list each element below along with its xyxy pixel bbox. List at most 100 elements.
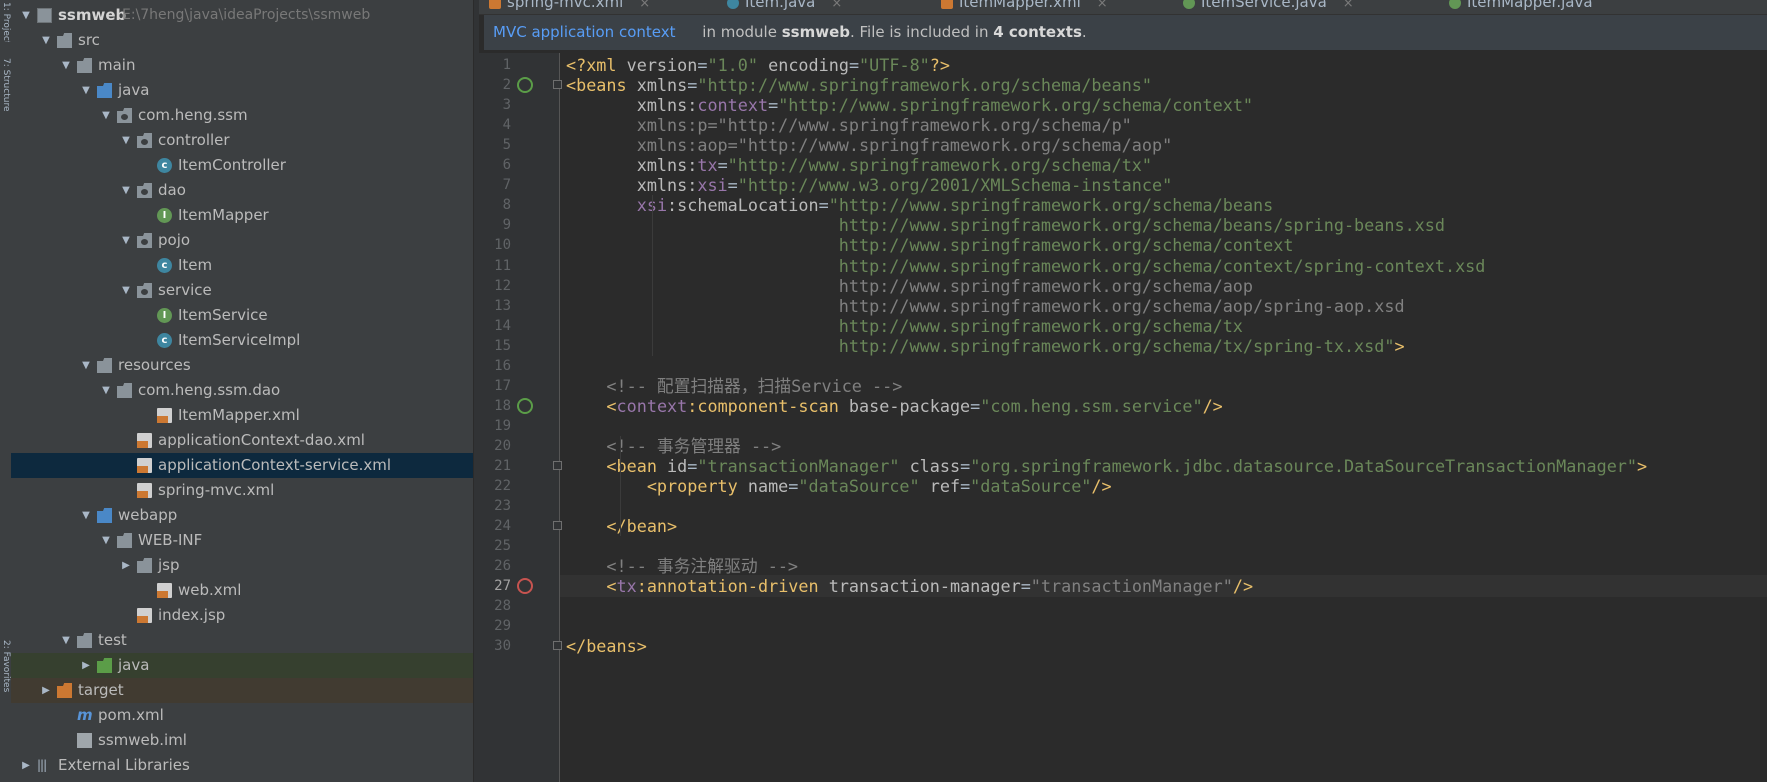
side-tab-project[interactable]: 1: Project [0, 2, 11, 42]
tree-item[interactable]: ▼ service [11, 278, 473, 303]
tree-item[interactable]: I ItemMapper [11, 203, 473, 228]
code-line[interactable]: xmlns:context="http://www.springframewor… [560, 94, 1767, 116]
tree-item[interactable]: ▼ java [11, 78, 473, 103]
tree-item[interactable]: spring-mvc.xml [11, 478, 473, 503]
code-line[interactable]: </bean> [560, 515, 1767, 537]
tree-item[interactable]: c Item [11, 253, 473, 278]
code-line[interactable]: <!-- 配置扫描器，扫描Service --> [560, 375, 1767, 397]
tree-item[interactable]: applicationContext-dao.xml [11, 428, 473, 453]
code-line[interactable] [560, 535, 1767, 557]
tree-item[interactable]: ▼ pojo [11, 228, 473, 253]
code-line[interactable]: <tx:annotation-driven transaction-manage… [560, 575, 1767, 598]
chevron-down-icon[interactable]: ▼ [99, 528, 113, 553]
chevron-down-icon[interactable]: ▼ [19, 3, 33, 28]
code-token: "UTF-8" [859, 55, 930, 75]
tree-item[interactable]: ▼ dao [11, 178, 473, 203]
editor-tab[interactable]: ItemService.java × [1183, 0, 1354, 14]
chevron-down-icon[interactable]: ▼ [39, 28, 53, 53]
spring-bean-icon[interactable] [517, 77, 533, 94]
chevron-down-icon[interactable]: ▼ [119, 128, 133, 153]
code-line[interactable] [560, 595, 1767, 617]
code-line[interactable] [560, 415, 1767, 437]
close-tab-icon[interactable]: × [639, 0, 650, 11]
code-line[interactable] [560, 615, 1767, 637]
tree-item[interactable]: web.xml [11, 578, 473, 603]
chevron-right-icon[interactable]: ▶ [79, 653, 93, 678]
code-line[interactable]: </beans> [560, 635, 1767, 657]
tree-item[interactable]: ▼ WEB-INF [11, 528, 473, 553]
spring-scan-icon[interactable] [517, 397, 533, 414]
tree-item[interactable]: index.jsp [11, 603, 473, 628]
tree-item[interactable]: ▼ resources [11, 353, 473, 378]
tree-item[interactable]: m pom.xml [11, 703, 473, 728]
code-line[interactable]: <!-- 事务管理器 --> [560, 435, 1767, 457]
tree-item[interactable]: ▼ com.heng.ssm [11, 103, 473, 128]
code-line[interactable]: xsi:schemaLocation="http://www.springfra… [560, 194, 1767, 216]
chevron-down-icon[interactable]: ▼ [119, 228, 133, 253]
close-tab-icon[interactable]: × [1097, 0, 1108, 11]
side-tab-favorites[interactable]: 2: Favorites [0, 640, 11, 720]
tree-item[interactable]: c ItemServiceImpl [11, 328, 473, 353]
editor-tab[interactable]: spring-mvc.xml × [489, 0, 650, 14]
chevron-right-icon[interactable]: ▶ [19, 753, 33, 778]
code-line[interactable]: <bean id="transactionManager" class="org… [560, 455, 1767, 477]
code-line[interactable] [560, 355, 1767, 377]
tree-item[interactable]: ▶ jsp [11, 553, 473, 578]
tree-item[interactable]: c ItemController [11, 153, 473, 178]
code-line[interactable]: xmlns:aop="http://www.springframework.or… [560, 134, 1767, 156]
code-line[interactable]: <property name="dataSource" ref="dataSou… [560, 475, 1767, 497]
tree-item[interactable]: ▶ java [11, 653, 473, 678]
code-line[interactable]: http://www.springframework.org/schema/co… [560, 234, 1767, 256]
code-line[interactable]: <?xml version="1.0" encoding="UTF-8"?> [560, 54, 1767, 76]
transaction-icon[interactable] [517, 578, 533, 595]
tree-item[interactable]: ▼ com.heng.ssm.dao [11, 378, 473, 403]
editor-tab[interactable]: Item.java × [727, 0, 842, 14]
tree-item[interactable]: ssmweb.iml [11, 728, 473, 753]
chevron-down-icon[interactable]: ▼ [99, 103, 113, 128]
tree-item[interactable]: ▼ test [11, 628, 473, 653]
line-number: 3 [502, 97, 511, 114]
side-tab-structure[interactable]: 7: Structure [0, 58, 11, 138]
tree-item[interactable]: ▼ webapp [11, 503, 473, 528]
code-line[interactable]: <context:component-scan base-package="co… [560, 395, 1767, 417]
code-line[interactable]: xmlns:p="http://www.springframework.org/… [560, 114, 1767, 136]
close-tab-icon[interactable]: × [1343, 0, 1354, 11]
code-line[interactable]: http://www.springframework.org/schema/ao… [560, 275, 1767, 297]
code-line[interactable]: http://www.springframework.org/schema/co… [560, 255, 1767, 277]
code-line[interactable]: http://www.springframework.org/schema/tx [560, 315, 1767, 337]
tree-item[interactable]: ▼ ssmweb E:\7heng\java\ideaProjects\ssmweb [11, 3, 473, 28]
tree-item[interactable]: ▼ controller [11, 128, 473, 153]
chevron-down-icon[interactable]: ▼ [79, 353, 93, 378]
code-line[interactable]: http://www.springframework.org/schema/be… [560, 214, 1767, 236]
tree-item[interactable]: I ItemService [11, 303, 473, 328]
chevron-down-icon[interactable]: ▼ [79, 503, 93, 528]
chevron-down-icon[interactable]: ▼ [119, 278, 133, 303]
chevron-right-icon[interactable]: ▶ [119, 553, 133, 578]
line-number: 27 [494, 578, 511, 595]
code-line[interactable]: <!-- 事务注解驱动 --> [560, 555, 1767, 577]
mvc-context-link[interactable]: MVC application context [493, 23, 676, 41]
code-line[interactable]: http://www.springframework.org/schema/tx… [560, 335, 1767, 357]
code-line[interactable]: xmlns:tx="http://www.springframework.org… [560, 154, 1767, 176]
chevron-down-icon[interactable]: ▼ [119, 178, 133, 203]
close-tab-icon[interactable]: × [831, 0, 842, 11]
tree-item[interactable]: ▼ src [11, 28, 473, 53]
line-number: 28 [494, 598, 511, 615]
code-line[interactable]: http://www.springframework.org/schema/ao… [560, 295, 1767, 317]
tree-item[interactable]: ▼ main [11, 53, 473, 78]
code-line[interactable]: xmlns:xsi="http://www.w3.org/2001/XMLSch… [560, 174, 1767, 196]
code-line[interactable] [560, 495, 1767, 517]
editor-tab[interactable]: ItemMapper.xml × [941, 0, 1108, 14]
tree-item[interactable]: ▶ ||| External Libraries [11, 753, 473, 778]
editor-tab[interactable]: ItemMapper.java [1449, 0, 1593, 14]
chevron-right-icon[interactable]: ▶ [39, 678, 53, 703]
tree-item[interactable]: ▶ target [11, 678, 473, 703]
chevron-down-icon[interactable]: ▼ [59, 628, 73, 653]
tree-item[interactable]: applicationContext-service.xml [11, 453, 473, 478]
chevron-down-icon[interactable]: ▼ [99, 378, 113, 403]
chevron-down-icon[interactable]: ▼ [59, 53, 73, 78]
code-line[interactable]: <beans xmlns="http://www.springframework… [560, 74, 1767, 96]
code-area[interactable]: <?xml version="1.0" encoding="UTF-8"?> <b… [560, 53, 1767, 782]
chevron-down-icon[interactable]: ▼ [79, 78, 93, 103]
tree-item[interactable]: ItemMapper.xml [11, 403, 473, 428]
